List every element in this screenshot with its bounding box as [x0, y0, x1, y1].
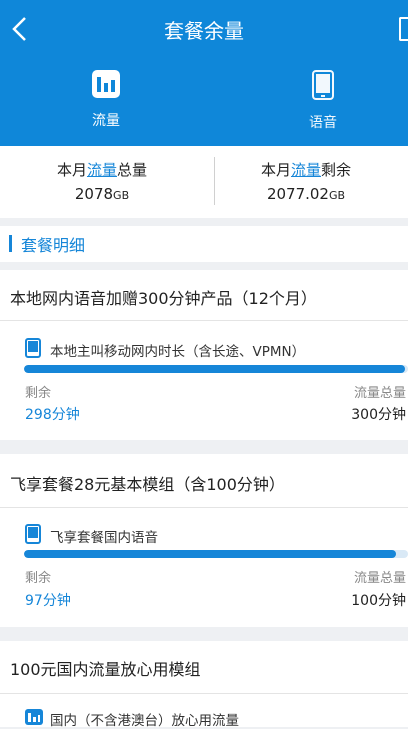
total-value: 100分钟: [351, 593, 406, 609]
section-header: 套餐明细: [0, 226, 408, 262]
package-item-label: 本地主叫移动网内时长（含长途、VPMN）: [50, 344, 306, 360]
package-card: 100元国内流量放心用模组 国内（不含港澳台）放心用流量: [0, 641, 408, 729]
package-item-label: 国内（不含港澳台）放心用流量: [50, 713, 239, 729]
package-title: 100元国内流量放心用模组: [10, 660, 201, 679]
summary-total-value: 2078: [74, 185, 114, 203]
phone-icon: [25, 338, 41, 358]
package-item-label: 飞享套餐国内语音: [50, 530, 158, 546]
summary-remain-suffix: 剩余: [321, 161, 352, 179]
summary-remain-prefix: 本月: [260, 161, 291, 179]
total-label: 流量总量: [353, 571, 406, 586]
total-value: 300分钟: [351, 407, 406, 423]
remaining-label: 剩余: [25, 571, 52, 586]
summary-remain-value: 2077.02: [266, 185, 329, 203]
menu-icon[interactable]: [399, 17, 408, 41]
phone-icon: [312, 70, 334, 100]
divider: [0, 693, 408, 694]
package-card: 飞享套餐28元基本模组（含100分钟） 飞享套餐国内语音 剩余 流量总量 97分…: [0, 454, 408, 627]
remaining-label: 剩余: [25, 386, 52, 401]
total-label: 流量总量: [353, 386, 406, 401]
tab-voice-label: 语音: [309, 115, 337, 131]
usage-progress-bar: [24, 365, 408, 373]
section-title: 套餐明细: [21, 236, 86, 255]
summary-remain-unit: GB: [328, 189, 346, 202]
section-accent-bar: [9, 235, 12, 252]
bar-chart-icon: [25, 709, 43, 725]
summary-remain-link[interactable]: 流量: [291, 161, 321, 179]
header: 套餐余量 流量 语音: [0, 0, 408, 146]
bar-chart-icon: [92, 70, 120, 98]
summary-total: 本月流量总量 2078GB: [0, 159, 204, 203]
summary-total-suffix: 总量: [117, 161, 148, 179]
usage-progress-bar: [24, 550, 408, 558]
tab-voice[interactable]: 语音: [263, 70, 383, 132]
remaining-value: 298分钟: [25, 407, 80, 423]
phone-icon: [25, 524, 41, 544]
usage-progress-fill: [24, 550, 397, 558]
tab-data[interactable]: 流量: [46, 70, 166, 130]
summary-total-unit: GB: [113, 189, 130, 202]
summary-total-prefix: 本月: [56, 161, 87, 179]
tab-data-label: 流量: [92, 113, 120, 129]
summary-bar: 本月流量总量 2078GB 本月流量剩余 2077.02GB: [0, 146, 408, 218]
remaining-value: 97分钟: [25, 593, 71, 609]
page-title: 套餐余量: [164, 19, 244, 43]
divider: [0, 507, 408, 508]
package-title: 飞享套餐28元基本模组（含100分钟）: [10, 475, 285, 494]
divider: [0, 320, 408, 321]
package-card: 本地网内语音加赠300分钟产品（12个月） 本地主叫移动网内时长（含长途、VPM…: [0, 270, 408, 440]
summary-total-link[interactable]: 流量: [87, 161, 117, 179]
summary-remaining: 本月流量剩余 2077.02GB: [204, 159, 408, 203]
usage-progress-fill: [24, 365, 406, 373]
package-title: 本地网内语音加赠300分钟产品（12个月）: [10, 289, 317, 308]
